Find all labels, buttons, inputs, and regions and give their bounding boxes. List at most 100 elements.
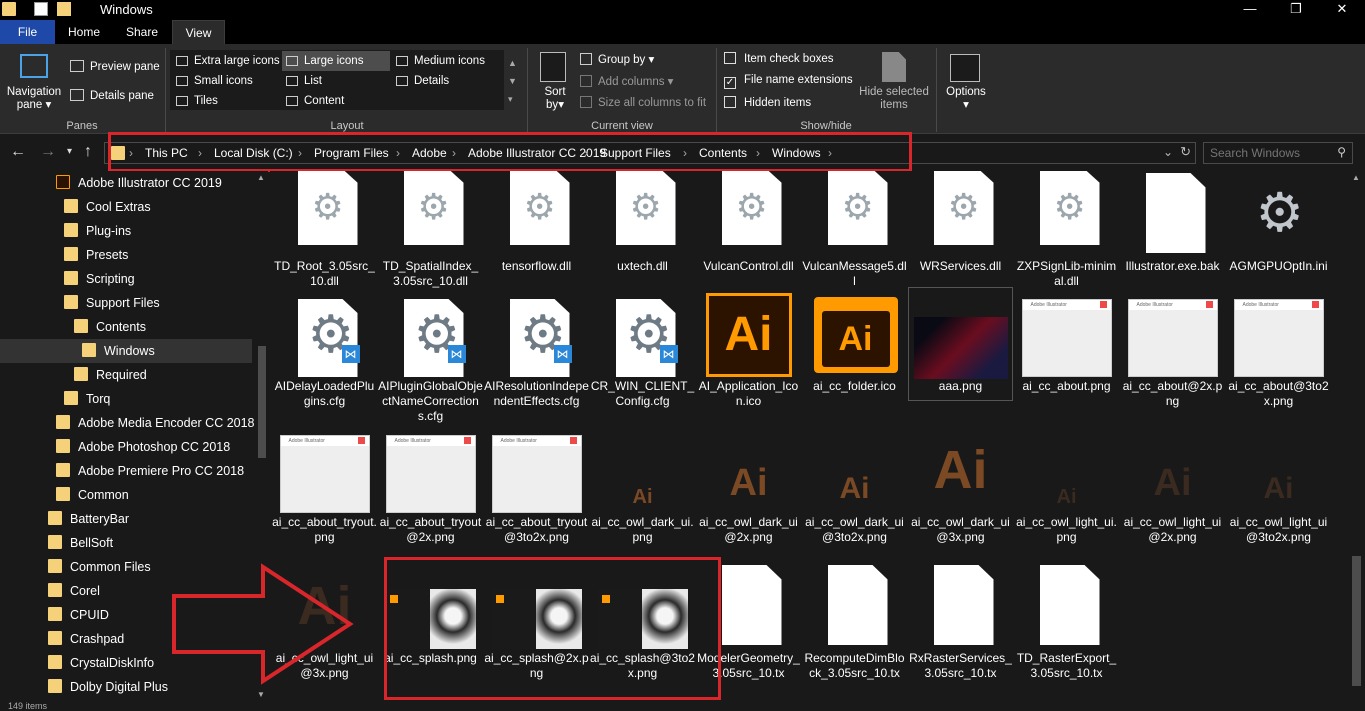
file-item[interactable]: ⚙ ZXPSignLib-minimal.dll bbox=[1014, 171, 1119, 289]
up-arrow-icon[interactable]: ↑ bbox=[84, 143, 92, 161]
nav-item[interactable]: Torq bbox=[64, 387, 110, 411]
file-item[interactable]: Ai ai_cc_owl_light_ui@3to2x.png bbox=[1226, 425, 1331, 545]
file-item[interactable]: ⚙ WRServices.dll bbox=[908, 171, 1013, 274]
hide-selected-button[interactable]: Hide selected items bbox=[856, 86, 932, 112]
file-item[interactable]: Adobe Illustrator ai_cc_about_tryout.png bbox=[272, 425, 377, 545]
file-item[interactable]: Ai ai_cc_owl_dark_ui.png bbox=[590, 425, 695, 545]
file-item[interactable]: RecomputeDimBlock_3.05src_10.tx bbox=[802, 561, 907, 681]
nav-item[interactable]: Windows bbox=[0, 339, 252, 363]
file-name: uxtech.dll bbox=[617, 259, 668, 273]
file-item[interactable]: ⚙ uxtech.dll bbox=[590, 171, 695, 274]
file-item[interactable]: Ai ai_cc_owl_dark_ui@3to2x.png bbox=[802, 425, 907, 545]
item-check-boxes-toggle[interactable]: Item check boxes bbox=[724, 52, 833, 65]
file-item[interactable]: Adobe Illustrator ai_cc_about.png bbox=[1014, 289, 1119, 394]
file-item[interactable]: Adobe Illustrator ai_cc_about@2x.png bbox=[1120, 289, 1225, 409]
layout-medium-icons[interactable]: Medium icons bbox=[392, 51, 500, 71]
search-box[interactable]: ⚲ bbox=[1203, 142, 1353, 164]
refresh-icon[interactable]: ↻ bbox=[1180, 144, 1191, 160]
file-item[interactable]: ⚙ VulcanMessage5.dll bbox=[802, 171, 907, 289]
file-item[interactable]: ⚙ TD_SpatialIndex_3.05src_10.dll bbox=[378, 171, 483, 289]
nav-item[interactable]: CPUID bbox=[48, 603, 109, 627]
sort-by-button[interactable]: Sort by▾ bbox=[538, 86, 572, 112]
tab-view[interactable]: View bbox=[172, 20, 225, 44]
file-item[interactable]: Ai ai_cc_owl_dark_ui@3x.png bbox=[908, 425, 1013, 545]
nav-item[interactable]: Crashpad bbox=[48, 627, 124, 651]
nav-item[interactable]: Support Files bbox=[64, 291, 160, 315]
file-item[interactable]: Illustrator.exe.bak bbox=[1120, 171, 1225, 274]
file-item[interactable]: ⚙ ⋈ AIPluginGlobalObjectNameCorrections.cf… bbox=[378, 289, 483, 424]
layout-list[interactable]: List bbox=[282, 71, 390, 91]
layout-extra-large-icons[interactable]: Extra large icons bbox=[172, 51, 280, 71]
nav-scrollbar-thumb[interactable] bbox=[258, 346, 266, 458]
layout-scroll-arrows[interactable]: ▲ ▼ ▾ bbox=[508, 54, 517, 108]
maximize-button[interactable]: ❐ bbox=[1273, 0, 1319, 20]
file-item[interactable]: ⚙ VulcanControl.dll bbox=[696, 171, 801, 274]
nav-item[interactable]: BatteryBar bbox=[48, 507, 129, 531]
file-item[interactable]: Adobe Illustrator ai_cc_about@3to2x.png bbox=[1226, 289, 1331, 409]
close-button[interactable]: ✕ bbox=[1319, 0, 1365, 20]
file-item[interactable]: ⚙ tensorflow.dll bbox=[484, 171, 589, 274]
scroll-up-icon[interactable]: ▲ bbox=[257, 173, 265, 182]
layout-large-icons[interactable]: Large icons bbox=[282, 51, 390, 71]
properties-icon[interactable] bbox=[34, 2, 48, 16]
nav-item[interactable]: BellSoft bbox=[48, 531, 113, 555]
recent-locations-icon[interactable]: ▾ bbox=[67, 146, 72, 157]
content-scrollbar-thumb[interactable] bbox=[1352, 556, 1361, 686]
nav-item[interactable]: Corel bbox=[48, 579, 100, 603]
file-item[interactable]: Ai ai_cc_owl_dark_ui@2x.png bbox=[696, 425, 801, 545]
file-item[interactable]: Ai AI_Application_Icon.ico bbox=[696, 289, 801, 409]
options-button[interactable]: Options ▾ bbox=[944, 86, 988, 112]
file-item[interactable]: Ai ai_cc_folder.ico bbox=[802, 289, 907, 394]
preview-pane-button[interactable]: Preview pane bbox=[70, 60, 160, 73]
nav-item[interactable]: Contents bbox=[74, 315, 146, 339]
file-item[interactable]: ⚙ TD_Root_3.05src_10.dll bbox=[272, 171, 377, 289]
file-name-extensions-toggle[interactable]: ✓ File name extensions bbox=[724, 74, 853, 89]
add-columns-button[interactable]: Add columns ▾ bbox=[580, 74, 673, 88]
layout-content[interactable]: Content bbox=[282, 91, 390, 111]
nav-item[interactable]: Dolby Digital Plus bbox=[48, 675, 168, 699]
file-item[interactable]: ⚙ AGMGPUOptIn.ini bbox=[1226, 171, 1331, 274]
tab-home[interactable]: Home bbox=[60, 20, 108, 44]
nav-item[interactable]: Required bbox=[74, 363, 147, 387]
file-item[interactable]: ⚙ ⋈ AIDelayLoadedPlugins.cfg bbox=[272, 289, 377, 409]
tab-file[interactable]: File bbox=[0, 20, 55, 44]
nav-item[interactable]: Adobe Illustrator CC 2019 bbox=[56, 171, 222, 195]
hidden-items-toggle[interactable]: Hidden items bbox=[724, 96, 811, 109]
file-item[interactable]: Adobe Illustrator ai_cc_about_tryout@3to2… bbox=[484, 425, 589, 545]
layout-details[interactable]: Details bbox=[392, 71, 500, 91]
group-by-button[interactable]: Group by ▾ bbox=[580, 52, 654, 66]
nav-item[interactable]: Adobe Media Encoder CC 2018 bbox=[56, 411, 255, 435]
minimize-button[interactable]: — bbox=[1227, 0, 1273, 20]
search-input[interactable] bbox=[1210, 145, 1328, 161]
file-item[interactable]: Ai ai_cc_owl_light_ui@2x.png bbox=[1120, 425, 1225, 545]
file-item[interactable]: ⚙ ⋈ CR_WIN_CLIENT_Config.cfg bbox=[590, 289, 695, 409]
nav-item[interactable]: CrystalDiskInfo bbox=[48, 651, 154, 675]
forward-arrow-icon[interactable]: → bbox=[40, 143, 56, 161]
scroll-down-icon[interactable]: ▼ bbox=[257, 690, 265, 699]
layout-tiles[interactable]: Tiles bbox=[172, 91, 280, 111]
address-dropdown-icon[interactable]: ⌄ bbox=[1163, 145, 1173, 159]
details-pane-button[interactable]: Details pane bbox=[70, 89, 154, 102]
back-arrow-icon[interactable]: ← bbox=[10, 143, 26, 161]
tab-share[interactable]: Share bbox=[116, 20, 168, 44]
nav-item[interactable]: Common Files bbox=[48, 555, 151, 579]
file-item[interactable]: aaa.png bbox=[907, 287, 1013, 401]
file-item[interactable]: RxRasterServices_3.05src_10.tx bbox=[908, 561, 1013, 681]
file-item[interactable]: Adobe Illustrator ai_cc_about_tryout@2x.p… bbox=[378, 425, 483, 545]
file-item[interactable]: ⚙ ⋈ AIResolutionIndependentEffects.cfg bbox=[484, 289, 589, 409]
scroll-up-icon[interactable]: ▲ bbox=[1352, 173, 1360, 182]
nav-item[interactable]: Adobe Premiere Pro CC 2018 bbox=[56, 459, 244, 483]
nav-item[interactable]: Plug-ins bbox=[64, 219, 131, 243]
nav-item[interactable]: Presets bbox=[64, 243, 128, 267]
nav-item[interactable]: Scripting bbox=[64, 267, 135, 291]
nav-item[interactable]: Adobe Photoshop CC 2018 bbox=[56, 435, 230, 459]
new-folder-icon[interactable] bbox=[57, 2, 71, 16]
navigation-pane-button[interactable]: Navigation pane ▾ bbox=[6, 86, 62, 112]
nav-item[interactable]: Cool Extras bbox=[64, 195, 151, 219]
nav-item[interactable]: Common bbox=[56, 483, 129, 507]
file-item[interactable]: TD_RasterExport_3.05src_10.tx bbox=[1014, 561, 1119, 681]
layout-small-icons[interactable]: Small icons bbox=[172, 71, 280, 91]
size-columns-button[interactable]: Size all columns to fit bbox=[580, 96, 706, 109]
folder-icon bbox=[48, 535, 62, 549]
file-item[interactable]: Ai ai_cc_owl_light_ui.png bbox=[1014, 425, 1119, 545]
